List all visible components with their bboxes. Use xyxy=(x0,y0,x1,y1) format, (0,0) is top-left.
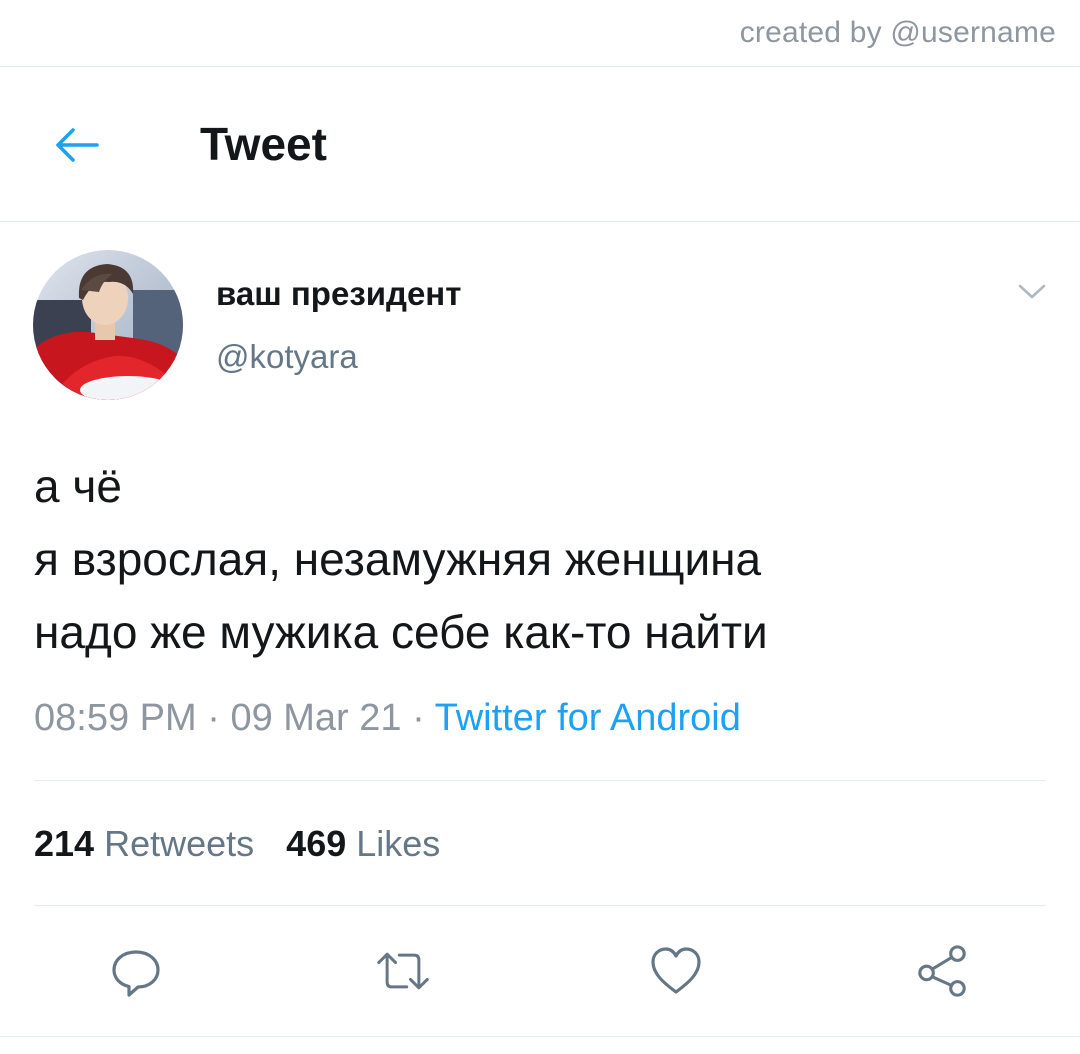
chevron-down-icon xyxy=(1018,284,1046,299)
more-options-button[interactable] xyxy=(1014,280,1050,304)
share-button[interactable] xyxy=(914,943,970,999)
arrow-left-icon xyxy=(56,128,99,162)
header-divider xyxy=(0,221,1080,222)
stats-divider-bottom xyxy=(34,905,1046,906)
tweet-line: а чё xyxy=(34,460,122,512)
back-button[interactable] xyxy=(50,119,102,171)
avatar-photo xyxy=(33,250,183,400)
like-icon xyxy=(651,947,701,994)
tweet-line: я взрослая, незамужняя женщина xyxy=(34,533,762,585)
tweet-stats: 214 Retweets 469 Likes xyxy=(34,823,440,865)
tweet-meta: 08:59 PM · 09 Mar 21 · Twitter for Andro… xyxy=(34,697,741,740)
likes-count: 469 xyxy=(286,823,347,864)
tweet-source-link[interactable]: Twitter for Android xyxy=(435,697,741,739)
likes-label: Likes xyxy=(356,823,441,864)
retweets-count: 214 xyxy=(34,823,95,864)
avatar[interactable] xyxy=(33,250,183,400)
retweets-label: Retweets xyxy=(104,823,255,864)
tweet-time: 08:59 PM xyxy=(34,697,197,739)
author-handle[interactable]: @kotyara xyxy=(216,338,358,376)
bottom-divider xyxy=(0,1036,1080,1037)
tweet-line: надо же мужика себе как-то найти xyxy=(34,606,768,658)
tweet-date: 09 Mar 21 xyxy=(230,697,402,739)
tweet-text: а чё я взрослая, незамужняя женщина надо… xyxy=(34,450,1054,669)
meta-separator: · xyxy=(207,697,220,739)
share-icon xyxy=(918,945,966,997)
retweet-icon xyxy=(377,952,429,990)
reply-icon xyxy=(112,950,160,997)
reply-button[interactable] xyxy=(108,943,164,999)
stats-divider-top xyxy=(34,780,1046,781)
likes-stat[interactable]: 469 Likes xyxy=(286,823,440,864)
app-header: Tweet xyxy=(0,67,1080,221)
like-button[interactable] xyxy=(648,943,704,999)
page-title: Tweet xyxy=(200,118,327,170)
author-display-name[interactable]: ваш президент xyxy=(216,275,461,313)
creator-credit: created by @username xyxy=(739,16,1056,49)
meta-separator: · xyxy=(412,697,425,739)
retweets-stat[interactable]: 214 Retweets xyxy=(34,823,254,864)
retweet-button[interactable] xyxy=(375,943,431,999)
